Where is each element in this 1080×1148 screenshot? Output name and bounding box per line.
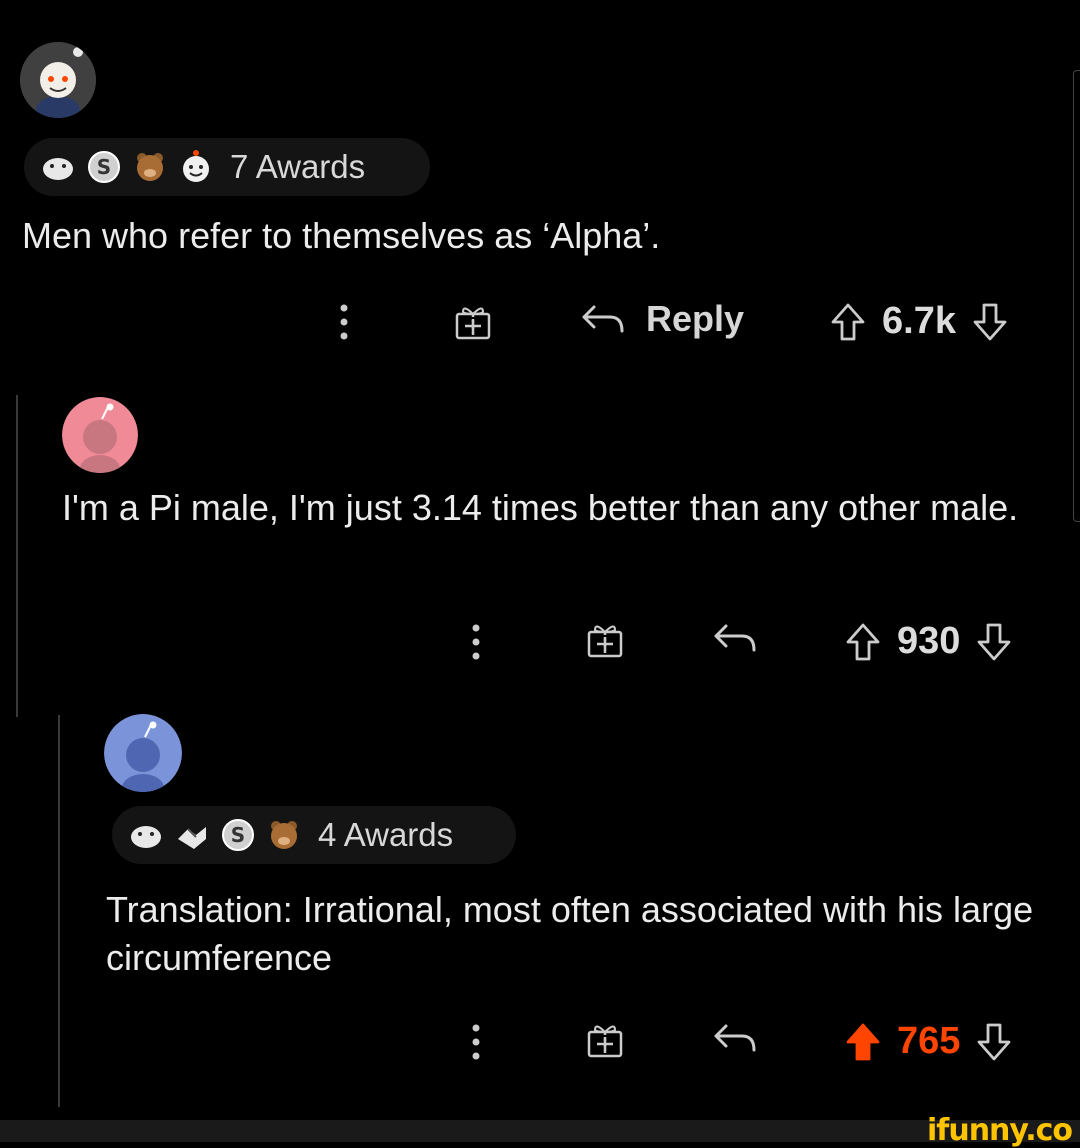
vote-controls: 930 <box>845 620 1012 663</box>
silver-award-icon: S <box>222 819 254 851</box>
upvote-icon[interactable] <box>845 622 881 662</box>
downvote-icon[interactable] <box>972 302 1008 342</box>
reply-label: Reply <box>646 298 745 339</box>
awards-bar[interactable]: S 7 Awards <box>24 138 430 196</box>
upvote-icon[interactable] <box>830 302 866 342</box>
watermark-logo: ifunny.co <box>927 1113 1073 1148</box>
comment-body: I'm a Pi male, I'm just 3.14 times bette… <box>62 487 1019 528</box>
bear-award-icon <box>137 153 163 181</box>
gift-icon <box>587 1025 623 1058</box>
reply-button[interactable] <box>712 622 758 654</box>
vote-score: 765 <box>897 1020 961 1062</box>
vote-score: 6.7k <box>882 300 956 342</box>
thread-line[interactable] <box>58 715 60 1107</box>
upvote-icon-active[interactable] <box>845 1022 881 1062</box>
wholesome-award-icon <box>183 150 209 182</box>
downvote-icon[interactable] <box>976 1022 1012 1062</box>
vote-score: 930 <box>897 620 961 662</box>
awards-bar[interactable]: S 4 Awards <box>112 806 516 864</box>
more-options-button[interactable] <box>466 622 486 662</box>
user-avatar[interactable] <box>20 42 96 118</box>
gift-icon <box>455 307 491 340</box>
bear-award-icon <box>271 821 297 849</box>
thread-line[interactable] <box>16 395 18 717</box>
award-seal-icon <box>131 826 161 848</box>
awards-count: 4 Awards <box>318 816 454 853</box>
give-award-button[interactable] <box>585 620 625 660</box>
svg-text:S: S <box>97 155 111 179</box>
gift-icon <box>587 625 623 658</box>
reply-icon <box>714 1024 756 1052</box>
scrollbar[interactable] <box>1073 70 1080 522</box>
reply-button[interactable]: Reply <box>580 298 744 340</box>
award-seal-icon <box>43 158 73 180</box>
watermark-bar: ifunny.co <box>0 1113 1080 1148</box>
vote-controls: 6.7k <box>830 300 1008 343</box>
more-icon <box>472 1024 480 1060</box>
silver-award-icon: S <box>88 151 120 183</box>
reply-icon <box>582 305 624 333</box>
reply-icon <box>714 624 756 652</box>
handshake-award-icon <box>178 827 206 849</box>
more-options-button[interactable] <box>334 302 354 342</box>
awards-count: 7 Awards <box>230 148 366 185</box>
give-award-button[interactable] <box>585 1020 625 1060</box>
user-avatar[interactable] <box>62 397 138 473</box>
svg-text:S: S <box>231 823 245 847</box>
comment-body: Men who refer to themselves as ‘Alpha’. <box>22 215 661 256</box>
downvote-icon[interactable] <box>976 622 1012 662</box>
vote-controls: 765 <box>845 1020 1012 1063</box>
more-icon <box>472 624 480 660</box>
more-icon <box>340 304 348 340</box>
more-options-button[interactable] <box>466 1022 486 1062</box>
user-avatar[interactable] <box>104 714 182 792</box>
give-award-button[interactable] <box>453 302 493 342</box>
reply-button[interactable] <box>712 1022 758 1054</box>
comment-body: Translation: Irrational, most often asso… <box>106 889 1034 978</box>
